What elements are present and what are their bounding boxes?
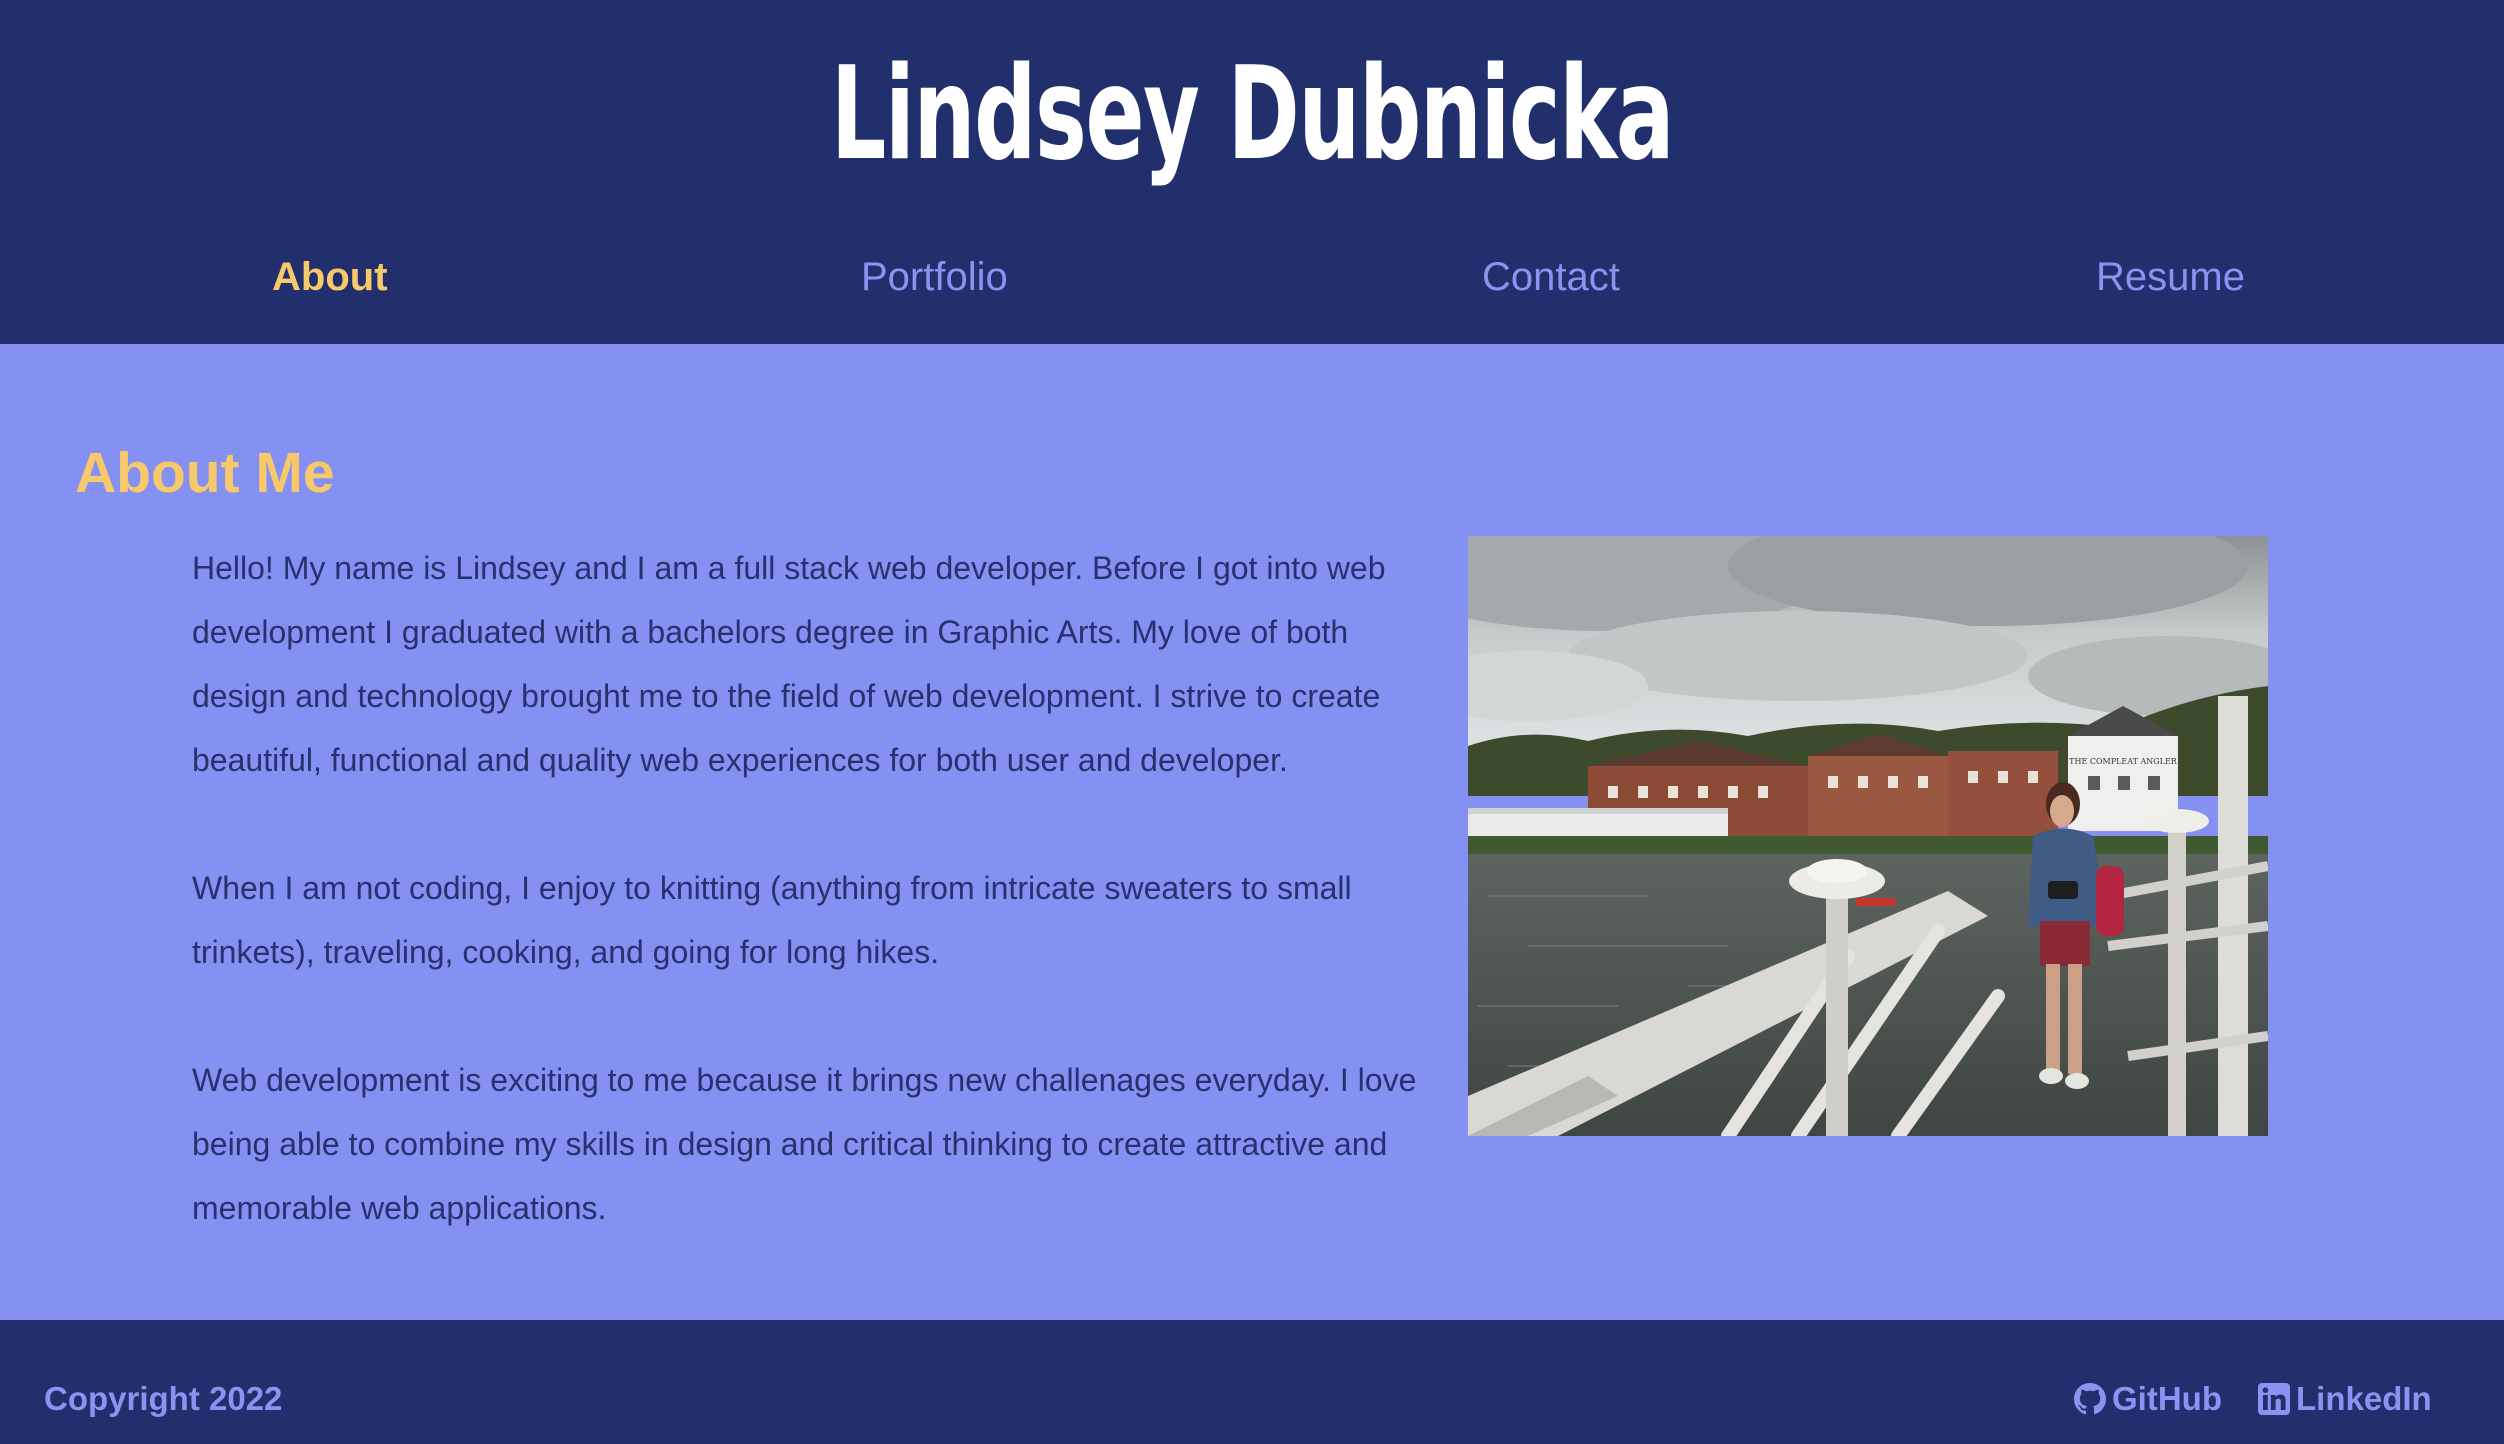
linkedin-link[interactable]: LinkedIn xyxy=(2258,1374,2432,1424)
site-title: Lindsey Dubnicka xyxy=(830,40,1675,189)
linkedin-icon xyxy=(2258,1383,2290,1415)
copyright-text: Copyright 2022 xyxy=(44,1380,283,1417)
about-section: About Me Hello! My name is Lindsey and I… xyxy=(0,344,2504,1320)
about-bio: Hello! My name is Lindsey and I am a ful… xyxy=(192,536,1432,1304)
bio-paragraph: Hello! My name is Lindsey and I am a ful… xyxy=(192,550,1386,778)
bio-paragraph: When I am not coding, I enjoy to knittin… xyxy=(192,870,1352,970)
profile-photo: THE COMPLEAT ANGLER xyxy=(1468,536,2268,1136)
bio-paragraph: Web development is exciting to me becaus… xyxy=(192,1062,1417,1226)
github-label: GitHub xyxy=(2112,1380,2222,1417)
photo-sign-text: THE COMPLEAT ANGLER xyxy=(2069,757,2178,766)
nav-portfolio[interactable]: Portfolio xyxy=(861,240,1008,314)
site-header: Lindsey Dubnicka About Portfolio Contact… xyxy=(0,0,2504,344)
github-icon xyxy=(2074,1383,2106,1415)
nav-contact[interactable]: Contact xyxy=(1482,240,1620,314)
nav-about[interactable]: About xyxy=(272,240,388,314)
github-link[interactable]: GitHub xyxy=(2074,1374,2222,1424)
site-footer: Copyright 2022 GitHub LinkedIn xyxy=(0,1320,2504,1444)
nav-resume[interactable]: Resume xyxy=(2096,240,2245,314)
about-heading: About Me xyxy=(75,441,335,505)
linkedin-label: LinkedIn xyxy=(2296,1380,2432,1417)
